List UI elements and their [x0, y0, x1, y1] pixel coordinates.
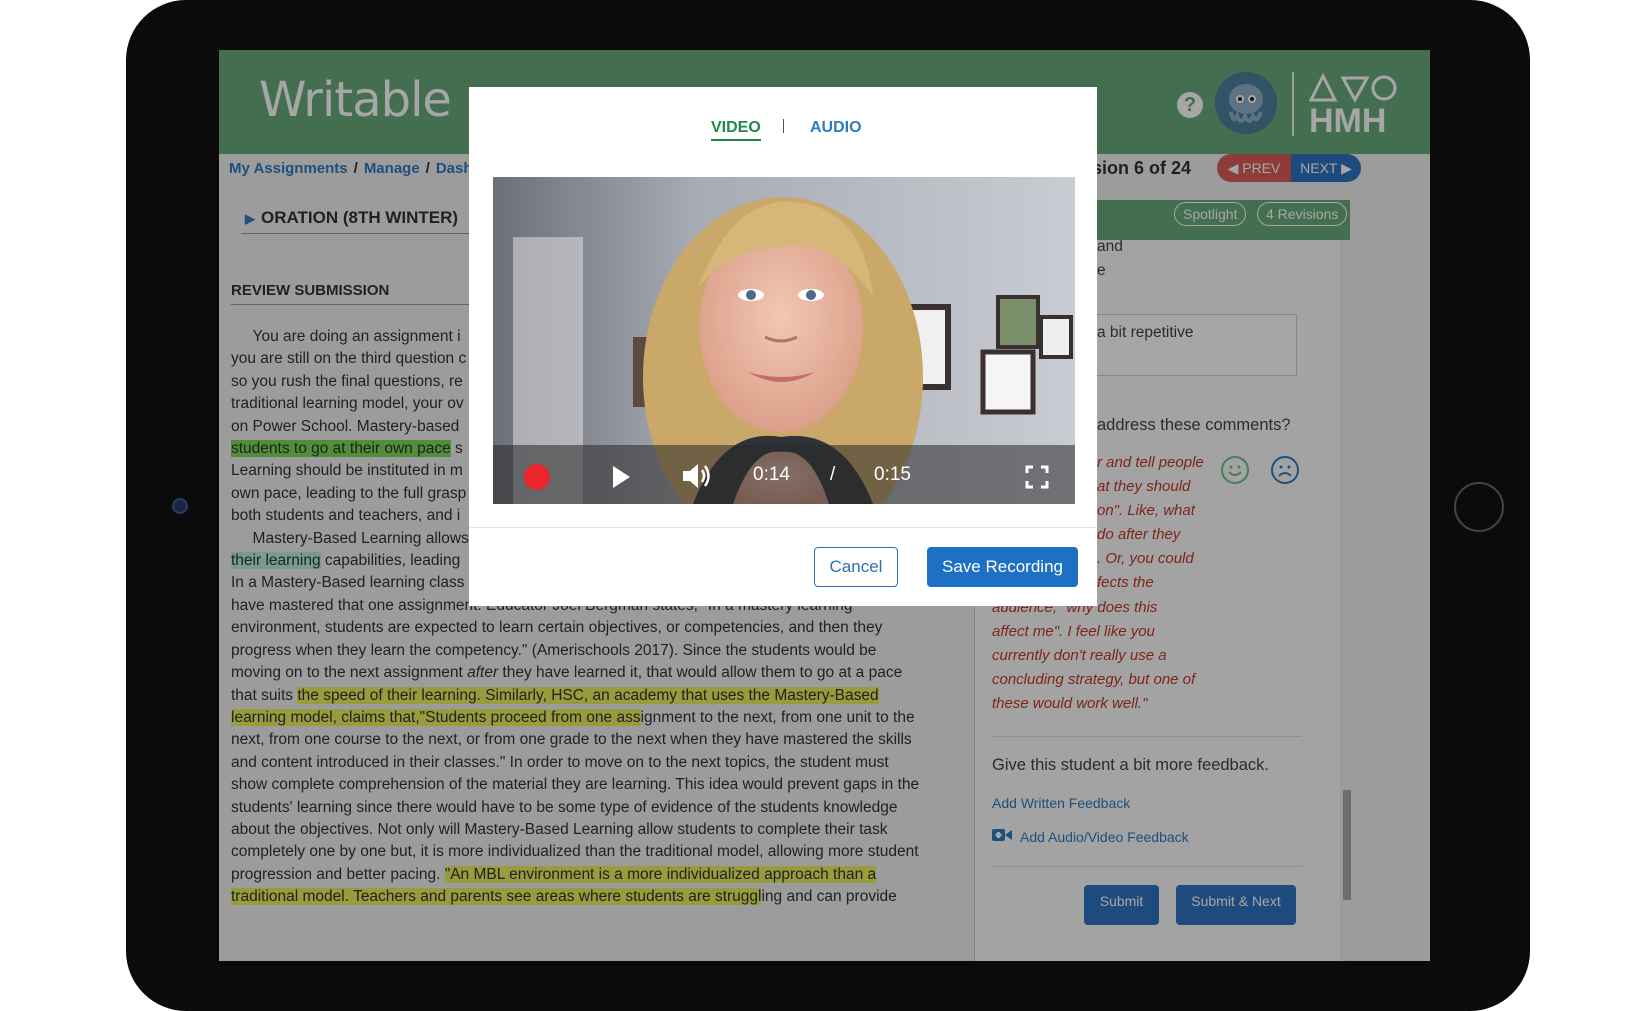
- time-separator: /: [830, 464, 836, 485]
- tab-video[interactable]: VIDEO: [711, 119, 761, 141]
- tab-separator: [783, 119, 784, 133]
- modal-divider: [469, 527, 1097, 528]
- time-total: 0:15: [874, 464, 911, 485]
- tablet-camera: [172, 498, 188, 514]
- fullscreen-icon[interactable]: [1025, 465, 1049, 494]
- save-recording-button[interactable]: Save Recording: [927, 547, 1078, 587]
- recording-modal: VIDEO AUDIO 0:14 / 0:15 Cancel Save Reco…: [469, 87, 1097, 606]
- cancel-button[interactable]: Cancel: [814, 547, 898, 587]
- volume-icon[interactable]: [681, 461, 713, 496]
- video-preview[interactable]: 0:14 / 0:15: [493, 177, 1075, 504]
- tablet-home-button: [1454, 482, 1504, 532]
- play-icon[interactable]: [611, 465, 631, 494]
- time-current: 0:14: [753, 464, 790, 485]
- record-icon[interactable]: [524, 464, 550, 490]
- tab-audio[interactable]: AUDIO: [810, 119, 862, 137]
